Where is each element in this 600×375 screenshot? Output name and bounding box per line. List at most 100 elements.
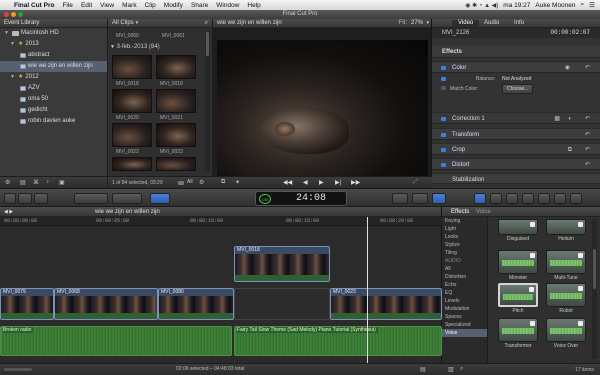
disclosure-open-icon[interactable]: ▼ [110,44,115,50]
timeline-appearance-icon[interactable]: ▤ [420,366,426,373]
menubar-user[interactable]: Auke Moonen [535,2,575,9]
photo-icon[interactable]: ▣ [59,179,65,186]
crop-section[interactable]: Crop ⧉ ↶ [432,143,600,155]
transitions-browser-toggle[interactable] [570,193,582,204]
event-browser-toggle[interactable] [34,193,48,204]
effects-category[interactable]: All [442,265,487,273]
reset-icon[interactable]: ↶ [585,113,590,125]
photo-browser-toggle[interactable] [490,193,502,204]
menu-help[interactable]: Help [243,2,264,9]
clip-thumbnail[interactable] [112,89,152,113]
effects-category[interactable]: Modulation [442,305,487,313]
effect-thumbnail[interactable] [546,219,586,235]
effects-category[interactable]: EQ [442,289,487,297]
enhancement-button[interactable] [392,193,408,204]
inspector-toggle[interactable] [432,193,446,204]
effects-category-selected[interactable]: Voice [442,329,487,337]
video-frame[interactable] [217,40,428,181]
effects-category[interactable]: Tiling [442,249,487,257]
timeline-clip[interactable]: MVI_0080 [158,288,234,320]
keyword-icon[interactable]: ⌘ [33,179,39,186]
library-item-wie-we-zijn[interactable]: wie we zijn en willen zijn [0,61,107,72]
background-tasks-indicator[interactable]: 100 [259,194,271,204]
notification-icon[interactable]: ☰ [589,1,595,9]
correction-row[interactable]: Correction 1 ▦ ◐ ↶ [432,112,600,124]
timeline-ruler[interactable]: 00:00:00:00 00:00:05:00 00:00:10:00 00:0… [0,217,442,226]
viewer-zoom-value[interactable]: 27% [411,19,423,28]
effects-category[interactable]: Distortion [442,273,487,281]
effect-thumbnail[interactable] [546,250,586,274]
fullscreen-icon[interactable]: ⤢ [413,179,418,186]
audio-icon[interactable]: ♪ [46,179,49,185]
tab-video[interactable]: Video [452,20,480,27]
filter-dropdown-icon[interactable]: ▾ [136,19,139,28]
zoom-window-button[interactable] [18,12,23,17]
menu-mark[interactable]: Mark [118,2,140,9]
close-window-button[interactable] [4,12,9,17]
titles-browser-toggle[interactable] [522,193,534,204]
timeline-clip[interactable]: MVI_0079 [0,288,54,320]
menu-window[interactable]: Window [212,2,243,9]
clip-thumbnail[interactable] [156,55,196,79]
disclosure-open-icon[interactable]: ▼ [4,28,10,39]
crop-enable-checkbox[interactable] [441,148,446,152]
retime-button[interactable] [412,193,428,204]
effect-thumbnail-selected[interactable] [498,283,538,307]
choose-button[interactable]: Choose... [502,84,534,94]
color-enable-checkbox[interactable] [441,66,446,70]
gear-icon[interactable]: ⚙ [199,179,204,186]
effects-category[interactable]: Echo [442,281,487,289]
effect-thumbnail[interactable] [498,318,538,342]
color-board-icon[interactable]: ▦ [554,113,560,125]
timeline-clip[interactable]: MVI_0068 [54,288,158,320]
timeline-back-icon[interactable]: ◀ ▶ [4,209,13,215]
dashboard-timecode[interactable]: 100 24:08 [255,191,347,206]
reset-icon[interactable]: ↶ [585,144,590,156]
minimize-window-button[interactable] [11,12,16,17]
browser-all-toggle[interactable]: All [187,179,193,185]
toggle-icon[interactable]: ◐ [568,113,572,125]
step-back-icon[interactable]: ◀ [303,179,308,186]
effects-category[interactable]: Light [442,225,487,233]
browser-filter[interactable]: All Clips [112,19,134,28]
next-edit-icon[interactable]: ▶▶ [351,179,360,186]
effects-category[interactable]: Looks [442,233,487,241]
clip-thumbnail[interactable] [112,55,152,79]
effects-category[interactable]: Stylize [442,241,487,249]
audio-clip[interactable]: Fairy Tail Slow Theme (Sad Melody) Piano… [234,326,442,356]
menu-edit[interactable]: Edit [77,2,96,9]
menubar-clock[interactable]: ma 19:27 [503,2,530,9]
gear-icon[interactable]: ⚙ [5,179,10,186]
music-browser-toggle[interactable] [506,193,518,204]
date-group-header[interactable]: ▼ 3-feb.-2013 (84) [110,43,211,52]
sidebar-toggle-icon[interactable]: ▥ [448,366,454,373]
disclosure-open-icon[interactable]: ▼ [10,72,16,83]
timeline-clip[interactable]: MVI_0023 [330,288,442,320]
themes-browser-toggle[interactable] [554,193,566,204]
scroll-thumb[interactable] [593,249,596,289]
status-icons[interactable]: ◉ ✱ ◔ ▲ ◀) [465,2,498,9]
timeline-clip[interactable]: MVI_0018 [234,246,330,282]
enhance-icon[interactable]: ✦ [235,179,240,186]
effects-section-header[interactable]: Effects [432,46,600,58]
library-item-oma-50[interactable]: oma 50 [0,94,107,105]
effects-title[interactable]: Effects [451,207,469,217]
record-voiceover-icon[interactable] [4,193,16,204]
browser-scrollbar[interactable] [205,31,210,171]
menu-file[interactable]: File [58,2,76,9]
import-icon[interactable]: ▤ [20,179,26,186]
library-item-2013[interactable]: ▼ ★ 2013 [0,39,107,50]
effect-thumbnail[interactable] [546,318,586,342]
clip-thumbnail[interactable] [112,123,152,147]
menu-share[interactable]: Share [187,2,212,9]
playhead[interactable] [367,217,368,365]
library-item-gedicht[interactable]: gedicht [0,105,107,116]
effect-thumbnail[interactable] [498,250,538,274]
edit-buttons[interactable] [74,193,108,204]
keyword-buttons[interactable] [112,193,142,204]
crop-icon[interactable]: ⧉ [568,144,572,156]
audio-clip[interactable]: Broken radio [0,326,232,356]
timeline-gap-clip[interactable] [234,288,330,320]
transform-enable-checkbox[interactable] [441,133,446,137]
clip-thumbnail[interactable] [156,89,196,113]
